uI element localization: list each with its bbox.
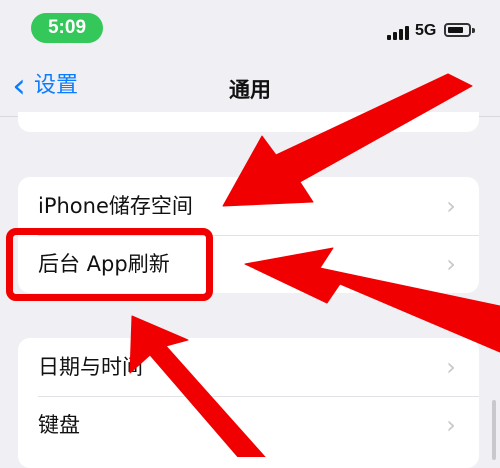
signal-bar-2 bbox=[393, 32, 397, 40]
settings-row-label: iPhone储存空间 bbox=[38, 193, 193, 218]
settings-group-storage-refresh: iPhone储存空间 › 后台 App刷新 › bbox=[18, 177, 479, 293]
battery-tip bbox=[472, 28, 475, 33]
settings-group-date-keyboard: 日期与时间 › 键盘 › bbox=[18, 338, 479, 468]
settings-row-label: 键盘 bbox=[38, 412, 80, 437]
status-bar: 5:09 5G bbox=[0, 0, 500, 50]
settings-group-top-edge bbox=[18, 112, 479, 132]
battery-icon bbox=[444, 23, 471, 37]
navigation-bar: ‹ 设置 通用 bbox=[0, 56, 500, 117]
chevron-right-icon: › bbox=[446, 250, 456, 278]
chevron-right-icon: › bbox=[446, 411, 456, 439]
time-pill: 5:09 bbox=[31, 13, 103, 43]
settings-row-date-time[interactable]: 日期与时间 › bbox=[18, 338, 479, 396]
settings-row-label: 后台 App刷新 bbox=[38, 251, 170, 276]
page-title: 通用 bbox=[229, 78, 271, 102]
chevron-right-icon: › bbox=[446, 353, 456, 381]
chevron-right-icon: › bbox=[446, 192, 456, 220]
signal-icon bbox=[387, 24, 409, 40]
signal-bar-4 bbox=[405, 26, 409, 40]
settings-row-keyboard[interactable]: 键盘 › bbox=[18, 396, 479, 454]
settings-row-label: 日期与时间 bbox=[38, 354, 143, 379]
settings-row-iphone-storage[interactable]: iPhone储存空间 › bbox=[18, 177, 479, 235]
network-type: 5G bbox=[415, 22, 437, 39]
signal-bar-3 bbox=[399, 29, 403, 40]
settings-row-background-app-refresh[interactable]: 后台 App刷新 › bbox=[18, 235, 479, 293]
scrollbar[interactable] bbox=[492, 400, 496, 460]
signal-bar-1 bbox=[387, 35, 391, 40]
